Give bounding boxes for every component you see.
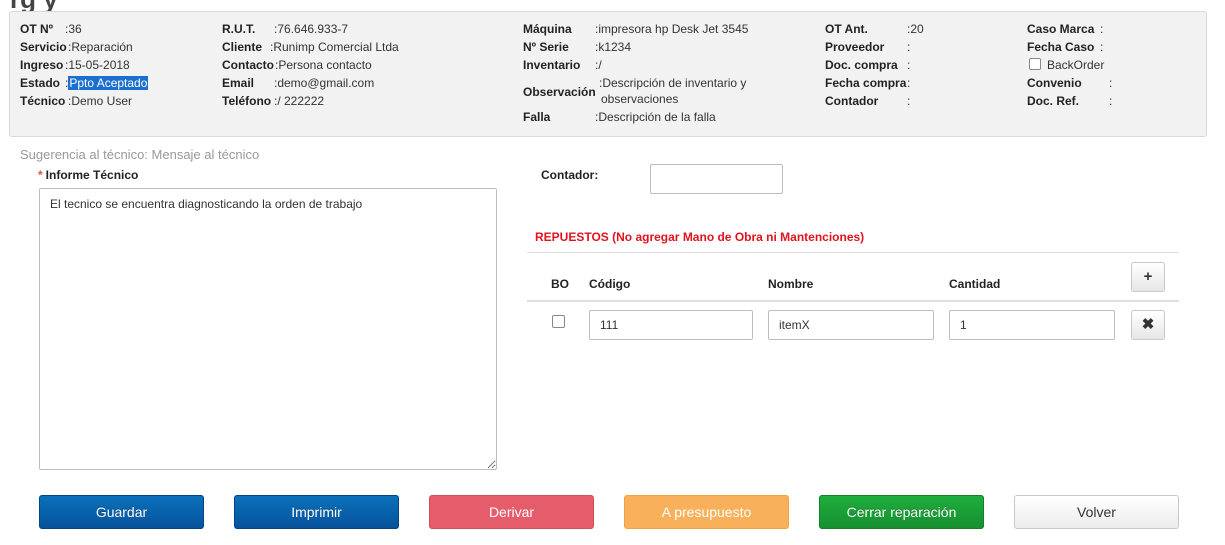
fecha-caso-value: : — [1100, 40, 1104, 54]
guardar-button[interactable]: Guardar — [39, 495, 204, 529]
presupuesto-button[interactable]: A presupuesto — [624, 495, 789, 529]
estado-highlight: Ppto Aceptado — [68, 76, 149, 90]
caso-marca-label: Caso Marca — [1027, 22, 1095, 36]
servicio-value: :Reparación — [68, 40, 133, 54]
cliente-value: :Runimp Comercial Ltda — [270, 40, 399, 54]
email-label: Email — [222, 76, 255, 90]
informe-label: * Informe Técnico — [38, 168, 139, 182]
times-icon: ✖ — [1141, 316, 1155, 333]
telefono-value: :/ 222222 — [274, 94, 325, 108]
maquina-label: Máquina — [523, 22, 572, 36]
proveedor-value: : — [907, 40, 911, 54]
tecnico-value: :Demo User — [68, 94, 133, 108]
serie-value: :k1234 — [595, 40, 632, 54]
technician-suggestion: Sugerencia al técnico: Mensaje al técnic… — [20, 147, 260, 162]
row-bo-checkbox[interactable] — [552, 315, 565, 328]
required-mark: * — [38, 168, 43, 182]
backorder-option[interactable]: BackOrder — [1029, 58, 1104, 72]
rut-value: :76.646.933-7 — [274, 22, 349, 36]
add-repuesto-button[interactable]: + — [1131, 262, 1165, 292]
ot-value: :36 — [65, 22, 82, 36]
ot-ant-value: :20 — [907, 22, 924, 36]
cliente-label: Cliente — [222, 40, 263, 54]
backorder-checkbox[interactable] — [1029, 58, 1041, 70]
observacion-label: Observación — [523, 85, 596, 99]
ingreso-label: Ingreso — [20, 58, 64, 72]
doc-compra-label: Doc. compra — [825, 58, 898, 72]
convenio-value: : — [1109, 76, 1113, 90]
rut-label: R.U.T. — [222, 22, 256, 36]
serie-label: Nº Serie — [523, 40, 569, 54]
fecha-caso-label: Fecha Caso — [1027, 40, 1095, 54]
contacto-label: Contacto — [222, 58, 274, 72]
proveedor-label: Proveedor — [825, 40, 885, 54]
estado-value: :Ppto Aceptado — [65, 76, 149, 90]
header-nombre: Nombre — [768, 277, 814, 291]
fecha-compra-value: : — [907, 76, 911, 90]
doc-compra-value: : — [907, 58, 911, 72]
backorder-label: BackOrder — [1047, 58, 1105, 72]
observacion-value-line2: observaciones — [601, 92, 679, 106]
maquina-value: :impresora hp Desk Jet 3545 — [595, 22, 749, 36]
header-codigo: Código — [589, 277, 631, 291]
repuestos-title: REPUESTOS (No agregar Mano de Obra ni Ma… — [535, 230, 865, 244]
convenio-label: Convenio — [1027, 76, 1082, 90]
imprimir-button[interactable]: Imprimir — [234, 495, 399, 529]
order-info-panel: OT Nº :36 Servicio:Reparación Ingreso:15-… — [9, 11, 1207, 137]
observacion-value: :Descripción de inventario y — [599, 76, 747, 90]
contador-info-value: : — [907, 94, 911, 108]
row-codigo-input[interactable] — [589, 310, 753, 340]
contacto-value: :Persona contacto — [275, 58, 372, 72]
derivar-button[interactable]: Derivar — [429, 495, 594, 529]
delete-row-button[interactable]: ✖ — [1131, 310, 1165, 340]
email-value: :demo@gmail.com — [274, 76, 375, 90]
telefono-label: Teléfono — [222, 94, 272, 108]
ot-ant-label: OT Ant. — [825, 22, 868, 36]
inventario-label: Inventario — [523, 58, 581, 72]
caso-marca-value: : — [1100, 22, 1104, 36]
falla-value: :Descripción de la falla — [595, 110, 716, 124]
falla-label: Falla — [523, 110, 551, 124]
contador-label: Contador: — [541, 168, 599, 182]
informe-tecnico-textarea[interactable]: El tecnico se encuentra diagnosticando l… — [39, 188, 497, 470]
cerrar-reparacion-button[interactable]: Cerrar reparación — [819, 495, 984, 529]
header-bo: BO — [551, 277, 569, 291]
row-cantidad-input[interactable] — [949, 310, 1115, 340]
doc-ref-label: Doc. Ref. — [1027, 94, 1080, 108]
volver-button[interactable]: Volver — [1014, 495, 1179, 529]
servicio-label: Servicio — [20, 40, 67, 54]
inventario-value: :/ — [595, 58, 602, 72]
header-cantidad: Cantidad — [949, 277, 1001, 291]
contador-input[interactable] — [650, 164, 783, 194]
doc-ref-value: : — [1109, 94, 1113, 108]
estado-label: Estado — [20, 76, 61, 90]
plus-icon: + — [1143, 268, 1153, 285]
repuestos-top-divider — [527, 252, 1179, 253]
repuestos-header-divider — [527, 300, 1179, 302]
fecha-compra-label: Fecha compra — [825, 76, 907, 90]
ot-label: OT Nº — [20, 22, 54, 36]
contador-info-label: Contador — [825, 94, 879, 108]
tecnico-label: Técnico — [20, 94, 66, 108]
row-nombre-input[interactable] — [768, 310, 934, 340]
ingreso-value: :15-05-2018 — [65, 58, 130, 72]
